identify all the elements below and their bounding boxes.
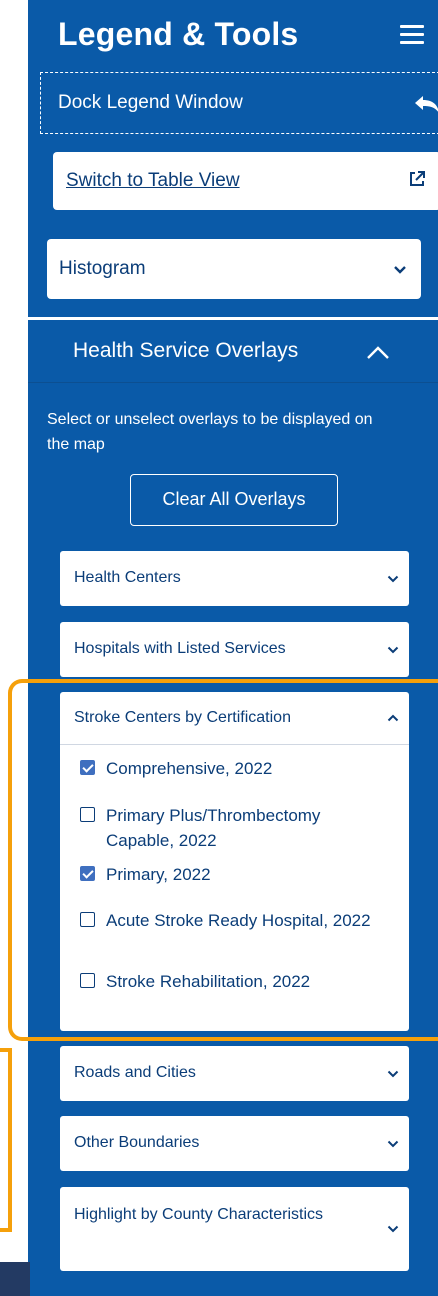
overlay-group-label: Other Boundaries [74,1134,200,1151]
overlay-group-label: Stroke Centers by Certification [74,709,291,726]
checkbox-checked[interactable] [80,760,95,775]
histogram-label: Histogram [59,258,146,279]
chevron-up-icon [367,346,389,359]
overlay-group-health-centers[interactable]: Health Centers [60,551,409,606]
switch-to-table-view-link[interactable]: Switch to Table View [66,170,240,192]
checkbox-checked[interactable] [80,866,95,881]
overlay-group-stroke-centers: Stroke Centers by Certification Comprehe… [60,692,409,1031]
highlight-bracket [0,1048,12,1232]
overlay-group-county-characteristics[interactable]: Highlight by County Characteristics [60,1187,409,1271]
chevron-down-icon [387,646,399,654]
option-label: Acute Stroke Ready Hospital, 2022 [106,911,371,930]
overlay-group-roads-and-cities[interactable]: Roads and Cities [60,1046,409,1101]
overlay-group-hospitals[interactable]: Hospitals with Listed Services [60,622,409,677]
clear-all-overlays-button[interactable]: Clear All Overlays [130,474,338,526]
section-title: Health Service Overlays [73,339,299,362]
external-link-icon [410,171,425,186]
health-service-overlays-toggle[interactable]: Health Service Overlays [28,320,438,383]
switch-to-table-view-card[interactable]: Switch to Table View [53,152,438,210]
overlay-group-label: Roads and Cities [74,1064,196,1081]
option-comprehensive[interactable]: Comprehensive, 2022 [80,756,380,781]
option-stroke-rehabilitation[interactable]: Stroke Rehabilitation, 2022 [80,969,380,994]
dock-legend-label: Dock Legend Window [58,92,243,113]
option-label: Stroke Rehabilitation, 2022 [106,972,311,991]
chevron-down-icon [387,1070,399,1078]
chevron-up-icon [387,714,399,722]
overlay-group-label: Hospitals with Listed Services [74,640,286,657]
option-primary-plus[interactable]: Primary Plus/Thrombectomy Capable, 2022 [80,803,380,853]
overlay-group-other-boundaries[interactable]: Other Boundaries [60,1116,409,1171]
option-acute-stroke-ready[interactable]: Acute Stroke Ready Hospital, 2022 [80,908,380,933]
option-label: Primary, 2022 [106,865,211,884]
option-label: Comprehensive, 2022 [106,759,273,778]
checkbox-unchecked[interactable] [80,807,95,822]
overlay-group-label: Health Centers [74,569,181,586]
overlay-group-label: Highlight by County Characteristics [74,1206,323,1223]
chevron-down-icon [387,1225,399,1233]
undo-arrow-icon [415,96,438,112]
histogram-dropdown[interactable]: Histogram [47,239,421,299]
dock-legend-window-button[interactable]: Dock Legend Window [40,72,438,134]
map-edge-bar [0,1262,30,1296]
option-primary[interactable]: Primary, 2022 [80,862,380,887]
overlay-instructions: Select or unselect overlays to be displa… [47,411,373,453]
chevron-down-icon [387,575,399,583]
option-label: Primary Plus/Thrombectomy Capable, 2022 [106,806,321,850]
panel-title: Legend & Tools [58,16,299,52]
checkbox-unchecked[interactable] [80,973,95,988]
checkbox-unchecked[interactable] [80,912,95,927]
stroke-centers-toggle[interactable]: Stroke Centers by Certification [60,692,409,745]
hamburger-menu-icon[interactable] [400,25,424,45]
chevron-down-icon [387,1140,399,1148]
chevron-down-icon [394,266,406,274]
